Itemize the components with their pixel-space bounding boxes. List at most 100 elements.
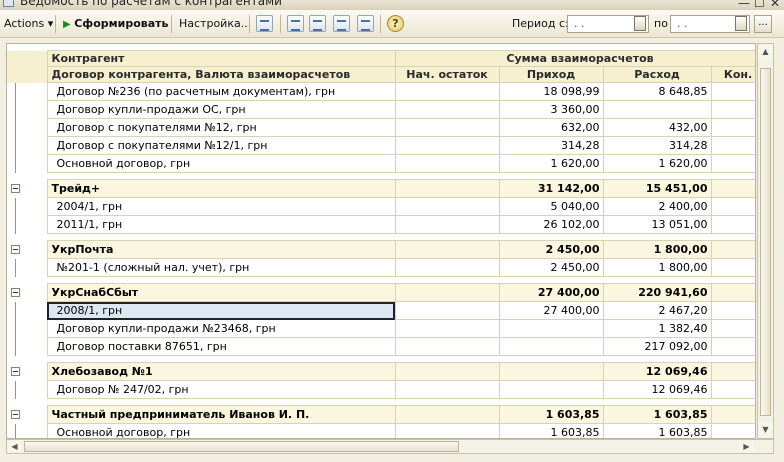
closing-cell[interactable]	[710, 319, 755, 338]
opening-cell[interactable]	[394, 197, 500, 216]
expense-cell[interactable]: 1 382,40	[602, 319, 712, 338]
income-cell[interactable]	[498, 319, 604, 338]
income-cell[interactable]: 27 400,00	[498, 301, 604, 320]
income-cell[interactable]: 18 098,99	[498, 82, 604, 101]
minimize-button[interactable]: —	[738, 0, 750, 10]
closing-cell[interactable]	[710, 118, 755, 137]
expense-cell[interactable]	[602, 100, 712, 119]
closing-cell[interactable]	[710, 258, 755, 277]
closing-cell[interactable]	[710, 283, 755, 302]
opening-cell[interactable]	[394, 136, 500, 155]
opening-cell[interactable]	[394, 215, 500, 234]
contract-cell[interactable]: Договор купли-продажи №23468, грн	[46, 319, 396, 338]
income-cell[interactable]: 1 620,00	[498, 154, 604, 173]
scroll-thumb[interactable]	[24, 441, 459, 452]
contract-cell[interactable]: Основной договор, грн	[46, 423, 396, 438]
contract-cell[interactable]: Договор поставки 87651, грн	[46, 337, 396, 356]
table-icon[interactable]	[309, 15, 326, 32]
income-cell[interactable]: 3 360,00	[498, 100, 604, 119]
table-row[interactable]: Договор поставки 87651, грн 217 092,00	[7, 337, 755, 356]
opening-cell[interactable]	[394, 423, 500, 438]
income-cell[interactable]	[498, 362, 604, 381]
expense-cell[interactable]: 220 941,60	[602, 283, 712, 302]
opening-cell[interactable]	[394, 179, 500, 198]
income-cell[interactable]: 314,28	[498, 136, 604, 155]
group-row[interactable]: УкрПочта 2 450,00 1 800,00	[7, 240, 755, 259]
group-row[interactable]: Частный предприниматель Иванов И. П. 1 60…	[7, 405, 755, 424]
expense-cell[interactable]: 1 800,00	[602, 240, 712, 259]
collapse-group-icon[interactable]	[11, 183, 20, 193]
scroll-right-icon[interactable]: ▶	[739, 440, 754, 453]
expense-cell[interactable]: 15 451,00	[602, 179, 712, 198]
collapse-group-icon[interactable]	[11, 409, 20, 419]
contract-cell[interactable]: Договор с покупателями №12, грн	[46, 118, 396, 137]
closing-cell[interactable]	[710, 82, 755, 101]
table-row[interactable]: Договор с покупателями №12, грн 632,00 432…	[7, 118, 755, 137]
closing-cell[interactable]	[710, 423, 755, 438]
counterparty-cell[interactable]: УкрСнабСбыт	[46, 283, 396, 302]
collapse-group-icon[interactable]	[11, 244, 20, 254]
counterparty-cell[interactable]: Частный предприниматель Иванов И. П.	[46, 405, 396, 424]
contract-cell[interactable]: №201-1 (сложный нал. учет), грн	[46, 258, 396, 277]
group-row[interactable]: УкрСнабСбыт 27 400,00 220 941,60	[7, 283, 755, 302]
expense-cell[interactable]: 2 400,00	[602, 197, 712, 216]
contract-cell[interactable]: Договор №236 (по расчетным документам), …	[46, 82, 396, 101]
income-cell[interactable]	[498, 337, 604, 356]
closing-cell[interactable]	[710, 380, 755, 399]
horizontal-scrollbar[interactable]: ◀ ▶	[6, 439, 774, 454]
scroll-left-icon[interactable]: ◀	[7, 440, 22, 453]
table-row[interactable]: Основной договор, грн 1 603,85 1 603,85	[7, 423, 755, 438]
closing-cell[interactable]	[710, 100, 755, 119]
restore-settings-icon[interactable]	[357, 15, 374, 32]
opening-cell[interactable]	[394, 118, 500, 137]
contract-cell[interactable]: Договор с покупателями №12/1, грн	[46, 136, 396, 155]
collapse-group-icon[interactable]	[11, 287, 20, 297]
income-cell[interactable]: 632,00	[498, 118, 604, 137]
grouping-icon[interactable]	[287, 15, 304, 32]
opening-cell[interactable]	[394, 319, 500, 338]
closing-cell[interactable]	[710, 405, 755, 424]
group-row[interactable]: Трейд+ 31 142,00 15 451,00	[7, 179, 755, 198]
income-cell[interactable]: 2 450,00	[498, 258, 604, 277]
table-row[interactable]: Основной договор, грн 1 620,00 1 620,00	[7, 154, 755, 173]
opening-cell[interactable]	[394, 82, 500, 101]
table-row[interactable]: Договор № 247/02, грн 12 069,46	[7, 380, 755, 399]
expense-cell[interactable]: 1 800,00	[602, 258, 712, 277]
table-row[interactable]: 2004/1, грн 5 040,00 2 400,00	[7, 197, 755, 216]
closing-cell[interactable]	[710, 215, 755, 234]
expense-cell[interactable]: 1 603,85	[602, 405, 712, 424]
expense-cell[interactable]: 8 648,85	[602, 82, 712, 101]
expense-cell[interactable]: 12 069,46	[602, 380, 712, 399]
closing-cell[interactable]	[710, 301, 755, 320]
counterparty-cell[interactable]: УкрПочта	[46, 240, 396, 259]
scroll-down-icon[interactable]: ▼	[758, 422, 773, 438]
expense-cell[interactable]: 12 069,46	[602, 362, 712, 381]
opening-cell[interactable]	[394, 362, 500, 381]
vertical-scrollbar[interactable]: ▲ ▼	[757, 43, 774, 439]
settings-button[interactable]: Настройка...	[179, 15, 251, 33]
opening-cell[interactable]	[394, 258, 500, 277]
collapse-group-icon[interactable]	[11, 366, 20, 376]
expense-cell[interactable]: 314,28	[602, 136, 712, 155]
table-row[interactable]: 2008/1, грн 27 400,00 2 467,20	[7, 301, 755, 320]
actions-menu[interactable]: Actions ▾	[4, 15, 53, 33]
table-row[interactable]: №201-1 (сложный нал. учет), грн 2 450,00 1…	[7, 258, 755, 277]
contract-cell[interactable]: Основной договор, грн	[46, 154, 396, 173]
help-icon[interactable]: ?	[387, 15, 404, 32]
contract-cell[interactable]: 2004/1, грн	[46, 197, 396, 216]
opening-cell[interactable]	[394, 100, 500, 119]
expense-cell[interactable]: 217 092,00	[602, 337, 712, 356]
expense-cell[interactable]: 13 051,00	[602, 215, 712, 234]
table-row[interactable]: Договор с покупателями №12/1, грн 314,28 3…	[7, 136, 755, 155]
income-cell[interactable]: 5 040,00	[498, 197, 604, 216]
closing-cell[interactable]	[710, 179, 755, 198]
opening-cell[interactable]	[394, 154, 500, 173]
income-cell[interactable]: 26 102,00	[498, 215, 604, 234]
income-cell[interactable]: 1 603,85	[498, 405, 604, 424]
opening-cell[interactable]	[394, 380, 500, 399]
income-cell[interactable]: 27 400,00	[498, 283, 604, 302]
opening-cell[interactable]	[394, 405, 500, 424]
table-row[interactable]: 2011/1, грн 26 102,00 13 051,00	[7, 215, 755, 234]
counterparty-cell[interactable]: Трейд+	[46, 179, 396, 198]
scroll-up-icon[interactable]: ▲	[758, 44, 773, 60]
